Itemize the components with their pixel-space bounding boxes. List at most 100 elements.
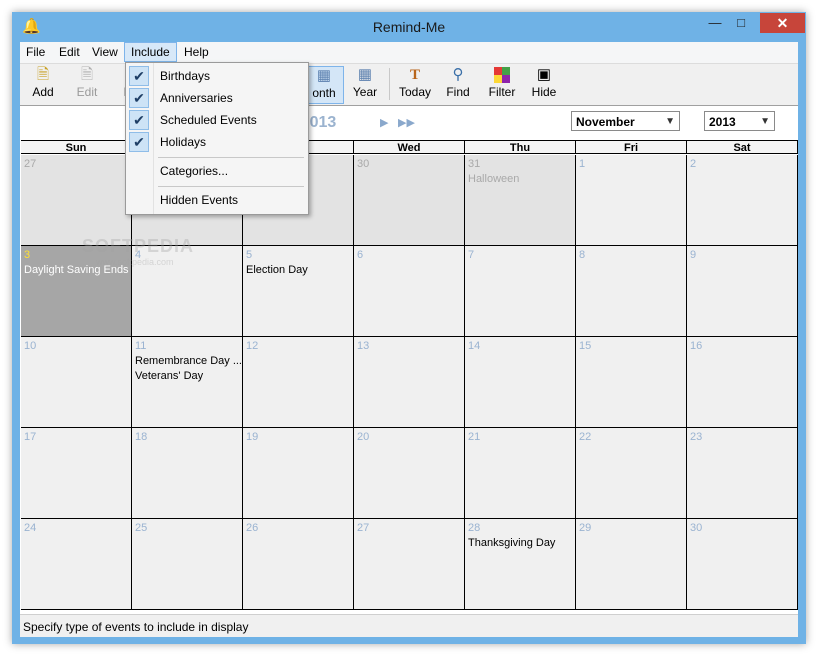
event-item[interactable]: Veterans' Day [135, 370, 203, 382]
day-number: 2 [690, 158, 697, 170]
menu-edit[interactable]: Edit [53, 42, 86, 62]
day-cell[interactable]: 23 [687, 428, 798, 519]
day-cell[interactable]: 10 [21, 337, 132, 428]
day-cell[interactable]: 5 Election Day [243, 246, 354, 337]
maximize-button[interactable]: □ [728, 13, 754, 33]
menu-item-hidden-events[interactable]: Hidden Events [126, 189, 308, 211]
day-number: 25 [135, 522, 148, 534]
checkmark-icon: ✔ [129, 66, 149, 86]
day-number: 24 [24, 522, 37, 534]
day-cell[interactable]: 21 [465, 428, 576, 519]
event-item[interactable]: Election Day [246, 264, 308, 276]
day-cell[interactable]: 2 [687, 155, 798, 246]
day-cell[interactable]: 11 Remembrance Day ... Veterans' Day [132, 337, 243, 428]
day-cell[interactable]: 26 [243, 519, 354, 610]
day-cell[interactable]: 24 [21, 519, 132, 610]
next-year-arrow-icon[interactable]: ▶▶ [398, 116, 415, 129]
menu-item-birthdays[interactable]: ✔ Birthdays [126, 65, 308, 87]
menu-view[interactable]: View [86, 42, 124, 62]
next-month-arrow-icon[interactable]: ▶ [380, 116, 388, 129]
add-button[interactable]: 🗎 Add [22, 66, 64, 102]
menu-item-categories[interactable]: Categories... [126, 160, 308, 182]
day-cell[interactable]: 20 [354, 428, 465, 519]
filter-button[interactable]: Filter [481, 66, 523, 102]
year-calendar-icon: ▦ [357, 66, 373, 83]
day-cell[interactable]: 6 [354, 246, 465, 337]
day-cell[interactable]: 13 [354, 337, 465, 428]
day-cell[interactable]: 30 [354, 155, 465, 246]
day-number: 20 [357, 431, 370, 443]
day-cell[interactable]: 17 [21, 428, 132, 519]
day-number: 26 [246, 522, 259, 534]
day-number: 7 [468, 249, 475, 261]
day-number: 10 [24, 340, 37, 352]
edit-button[interactable]: 🗎 Edit [66, 66, 108, 102]
edit-document-icon: 🗎 [80, 66, 94, 83]
minimize-button[interactable]: — [702, 13, 728, 33]
day-cell[interactable]: 27 [354, 519, 465, 610]
status-bar: Specify type of events to include in dis… [20, 614, 798, 637]
day-cell[interactable]: 9 [687, 246, 798, 337]
day-cell[interactable]: 29 [576, 519, 687, 610]
find-button[interactable]: ⚲ Find [437, 66, 479, 102]
day-number: 5 [246, 249, 253, 261]
hide-button[interactable]: ▣ Hide [523, 66, 565, 102]
day-number: 11 [135, 340, 147, 352]
day-cell[interactable]: 14 [465, 337, 576, 428]
day-number: 16 [690, 340, 703, 352]
day-cell[interactable]: 15 [576, 337, 687, 428]
today-t-icon: T [409, 67, 420, 83]
day-cell[interactable]: 28 Thanksgiving Day [465, 519, 576, 610]
day-cell[interactable]: 30 [687, 519, 798, 610]
day-cell[interactable]: 22 [576, 428, 687, 519]
close-button[interactable]: ✕ [760, 13, 805, 33]
day-cell[interactable]: 27 [21, 155, 132, 246]
month-select[interactable]: November ▼ [571, 111, 680, 131]
checkmark-icon: ✔ [129, 132, 149, 152]
menu-item-holidays[interactable]: ✔ Holidays [126, 131, 308, 153]
day-number: 21 [468, 431, 481, 443]
day-cell[interactable]: 19 [243, 428, 354, 519]
day-cell[interactable]: 8 [576, 246, 687, 337]
title-bar[interactable]: 🔔 Remind-Me — □ ✕ [12, 12, 806, 42]
menu-item-anniversaries[interactable]: ✔ Anniversaries [126, 87, 308, 109]
day-number: 29 [579, 522, 592, 534]
weekday-sun: Sun [21, 140, 132, 154]
year-view-button[interactable]: ▦ Year [344, 66, 386, 102]
day-number: 9 [690, 249, 697, 261]
day-number: 19 [246, 431, 259, 443]
month-view-button[interactable]: ▦ onth [304, 66, 344, 104]
day-cell[interactable]: 25 [132, 519, 243, 610]
day-number: 27 [357, 522, 370, 534]
day-cell[interactable]: 7 [465, 246, 576, 337]
menu-help[interactable]: Help [178, 42, 215, 62]
menu-separator [158, 157, 304, 158]
menu-include[interactable]: Include [124, 42, 177, 62]
day-number: 17 [24, 431, 37, 443]
day-number: 18 [135, 431, 148, 443]
menu-file[interactable]: File [20, 42, 51, 62]
day-number: 30 [357, 158, 370, 170]
menu-separator [158, 186, 304, 187]
day-number: 23 [690, 431, 703, 443]
checkmark-icon: ✔ [129, 110, 149, 130]
day-number: 1 [579, 158, 586, 170]
event-item[interactable]: Remembrance Day ... [135, 355, 242, 367]
year-select[interactable]: 2013 ▼ [704, 111, 775, 131]
day-cell[interactable]: 18 [132, 428, 243, 519]
menu-item-scheduled-events[interactable]: ✔ Scheduled Events [126, 109, 308, 131]
day-cell[interactable]: 16 [687, 337, 798, 428]
status-text: Specify type of events to include in dis… [23, 620, 249, 634]
day-number: 27 [24, 158, 37, 170]
event-item[interactable]: Thanksgiving Day [468, 537, 555, 549]
watermark: SOFTPEDIA www.softpedia.com [82, 236, 195, 267]
event-item[interactable]: Halloween [468, 173, 519, 185]
today-button[interactable]: T Today [394, 66, 436, 102]
day-cell[interactable]: 31 Halloween [465, 155, 576, 246]
day-number: 12 [246, 340, 259, 352]
day-cell[interactable]: 1 [576, 155, 687, 246]
day-number: 15 [579, 340, 592, 352]
weekday-thu: Thu [465, 140, 576, 154]
day-number: 22 [579, 431, 592, 443]
day-cell[interactable]: 12 [243, 337, 354, 428]
